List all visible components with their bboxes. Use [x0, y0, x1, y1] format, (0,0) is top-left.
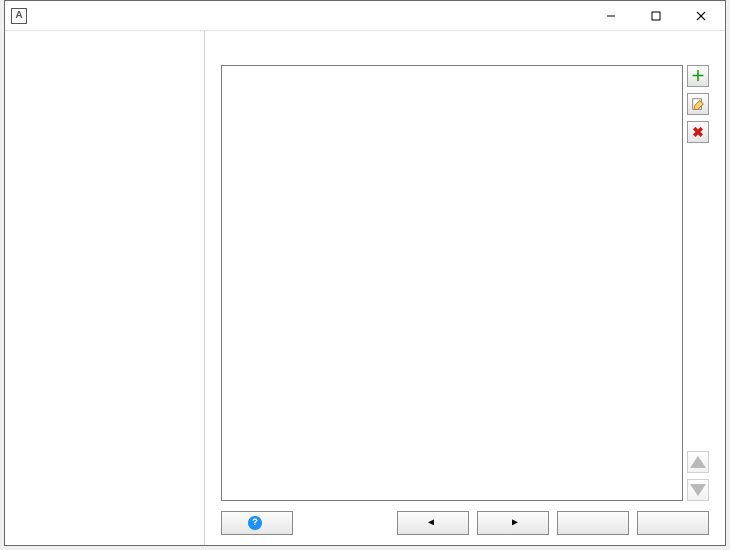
move-down-button[interactable] [687, 479, 709, 501]
main-panel: ＋ ✖ ? [205, 31, 725, 545]
advanced-options-label [11, 39, 204, 43]
wizard-sidebar [5, 31, 205, 545]
list-toolbar: ＋ ✖ [687, 65, 709, 501]
move-up-button[interactable] [687, 451, 709, 473]
edit-entry-button[interactable] [687, 93, 709, 115]
help-button[interactable]: ? [221, 511, 293, 535]
wizard-footer: ? ◀ ▶ [221, 511, 709, 535]
maximize-button[interactable] [633, 2, 678, 30]
next-button[interactable]: ▶ [477, 511, 549, 535]
minimize-button[interactable] [588, 2, 633, 30]
finish-button[interactable] [557, 511, 629, 535]
help-icon: ? [248, 516, 262, 530]
close-button[interactable] [678, 2, 723, 30]
app-window: A ＋ [4, 0, 726, 546]
triangle-left-icon: ◀ [428, 517, 434, 529]
remove-entry-button[interactable]: ✖ [687, 121, 709, 143]
titlebar: A [5, 1, 725, 31]
cancel-button[interactable] [637, 511, 709, 535]
back-button[interactable]: ◀ [397, 511, 469, 535]
search-sequence-list[interactable] [221, 65, 683, 501]
add-entry-button[interactable]: ＋ [687, 65, 709, 87]
triangle-right-icon: ▶ [512, 517, 518, 529]
app-icon: A [11, 8, 27, 24]
